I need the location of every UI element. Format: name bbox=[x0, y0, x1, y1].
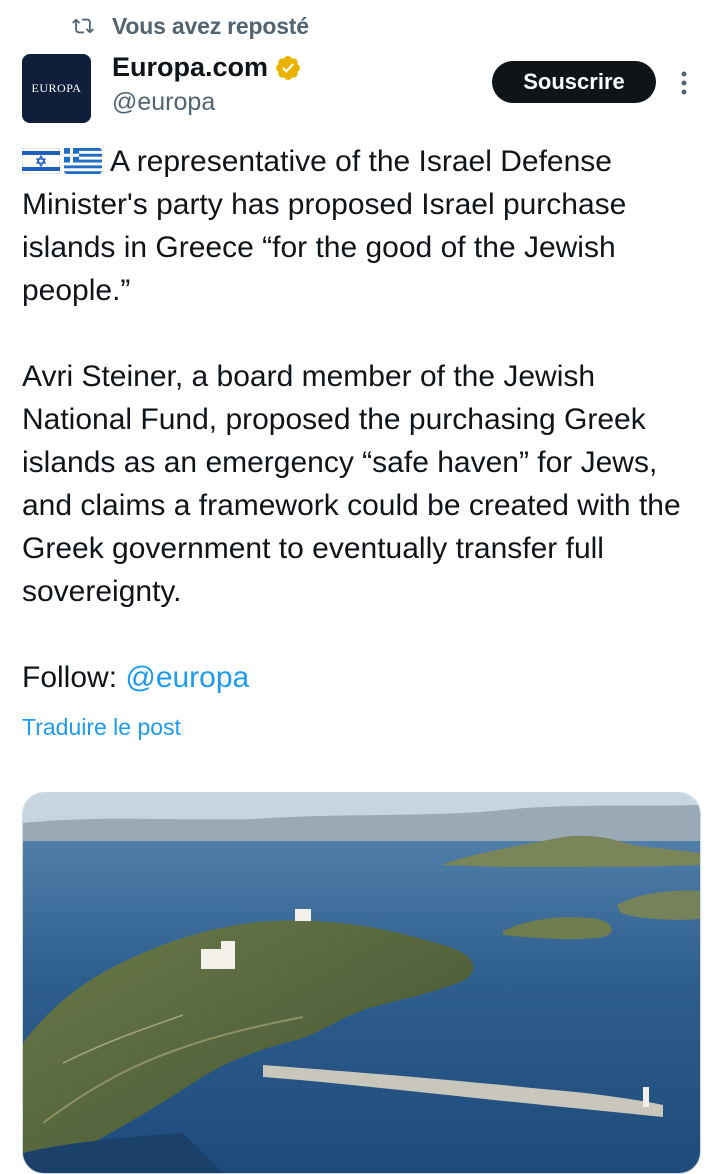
repost-header[interactable]: Vous avez reposté bbox=[72, 8, 309, 44]
author-name[interactable]: Europa.com bbox=[112, 52, 268, 83]
post-paragraph-2: Avri Steiner, a board member of the Jewi… bbox=[22, 360, 681, 608]
translate-post-link[interactable]: Traduire le post bbox=[22, 714, 181, 741]
post-paragraph-1: A representative of the Israel Defense M… bbox=[22, 140, 692, 312]
post-text: A representative of the Israel Defense M… bbox=[22, 140, 692, 699]
post-media-image[interactable] bbox=[22, 792, 701, 1174]
follow-label: Follow: bbox=[22, 661, 126, 694]
flag-emojis bbox=[22, 148, 102, 174]
post-follow-line: Follow: @europa bbox=[22, 656, 692, 699]
author-name-row[interactable]: Europa.com bbox=[112, 52, 302, 83]
repost-label: Vous avez reposté bbox=[112, 12, 309, 39]
aerial-photo-greek-islands bbox=[23, 793, 700, 1173]
post-paragraph-1-text: A representative of the Israel Defense M… bbox=[22, 145, 627, 307]
author-handle[interactable]: @europa bbox=[112, 88, 215, 117]
verified-badge-icon bbox=[276, 55, 300, 80]
avatar-logo-text: EUROPA bbox=[31, 81, 82, 95]
israel-flag-icon bbox=[22, 148, 60, 174]
repost-icon bbox=[72, 18, 94, 34]
more-options-icon[interactable] bbox=[676, 68, 692, 98]
subscribe-button[interactable]: Souscrire bbox=[492, 61, 656, 103]
follow-mention-link[interactable]: @europa bbox=[125, 661, 249, 694]
greece-flag-icon bbox=[64, 148, 102, 174]
avatar[interactable]: EUROPA bbox=[22, 54, 91, 123]
